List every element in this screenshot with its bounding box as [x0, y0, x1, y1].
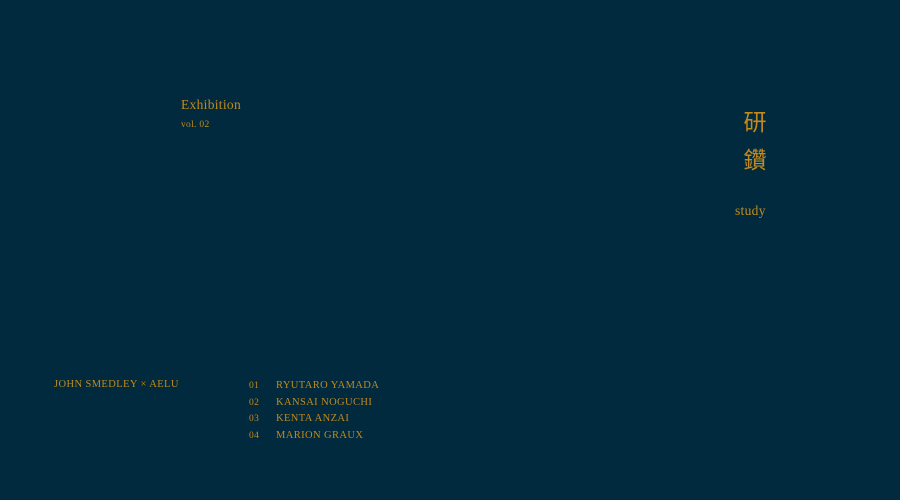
artist-item[interactable]: 04 MARION GRAUX: [249, 428, 379, 445]
kanji-translation: study: [735, 203, 766, 218]
artist-item[interactable]: 02 KANSAI NOGUCHI: [249, 395, 379, 412]
artist-number: 03: [249, 414, 260, 424]
artist-item[interactable]: 03 KENTA ANZAI: [249, 411, 379, 428]
artist-number: 04: [249, 430, 260, 441]
artist-name: KENTA ANZAI: [276, 413, 350, 424]
collaboration-label: JOHN SMEDLEY × AELU: [54, 379, 179, 390]
artist-name: MARION GRAUX: [276, 429, 364, 441]
kanji-char-san: 鑽: [743, 148, 767, 174]
artist-number: 01: [249, 381, 260, 391]
exhibition-volume: vol. 02: [181, 120, 210, 130]
kanji-title: 研 鑽: [740, 104, 770, 180]
kanji-char-ken: 研: [743, 110, 767, 136]
artist-name: KANSAI NOGUCHI: [276, 396, 373, 408]
artist-item[interactable]: 01 RYUTARO YAMADA: [249, 378, 379, 395]
exhibition-title: Exhibition: [181, 97, 241, 112]
artist-list: 01 RYUTARO YAMADA 02 KANSAI NOGUCHI 03 K…: [249, 378, 379, 444]
artist-number: 02: [249, 397, 260, 408]
artist-name: RYUTARO YAMADA: [276, 380, 380, 391]
